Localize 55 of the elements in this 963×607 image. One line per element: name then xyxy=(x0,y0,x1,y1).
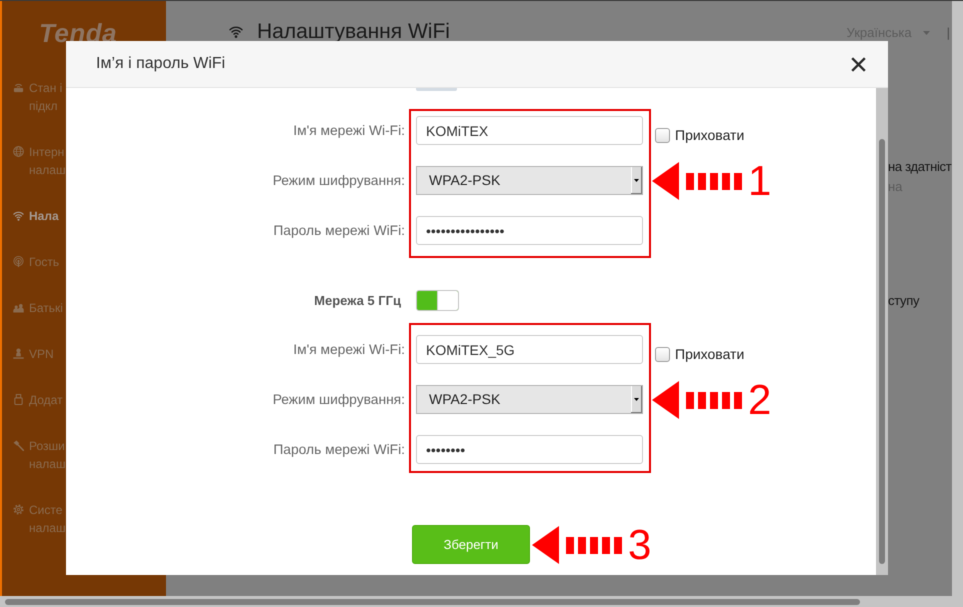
sidebar-item[interactable]: Інтерн налаш xyxy=(13,143,66,179)
encryption-select[interactable]: WPA2-PSK xyxy=(416,166,643,195)
caret-icon xyxy=(631,167,642,194)
field-label: Пароль мережі WiFi: xyxy=(273,441,405,459)
close-button[interactable] xyxy=(851,56,866,72)
checkbox[interactable] xyxy=(655,128,670,143)
gear-icon xyxy=(13,504,24,515)
page-text: ступу xyxy=(888,292,920,310)
sidebar-item[interactable]: Систе налаш xyxy=(13,501,66,537)
wifi-icon xyxy=(229,24,243,38)
scrollbar-thumb[interactable] xyxy=(5,598,860,604)
checkbox-label: Приховати xyxy=(675,127,744,143)
person-icon xyxy=(13,348,24,359)
save-button[interactable]: Зберегти xyxy=(412,525,530,564)
caret-icon xyxy=(631,386,642,413)
router-icon xyxy=(13,82,24,93)
page-title: Налаштування WiFi xyxy=(257,23,450,41)
field-label: Ім'я мережі Wi-Fi: xyxy=(293,122,405,140)
dialog-title: Ім’я і пароль WiFi xyxy=(96,54,226,74)
toggle-switch[interactable] xyxy=(416,290,459,311)
sidebar-item[interactable]: Стан і підкл xyxy=(13,79,62,115)
sidebar-item[interactable]: Додат xyxy=(13,391,63,409)
sidebar-item[interactable]: Гость xyxy=(13,253,60,271)
signal-rings-icon xyxy=(13,256,24,267)
wifi-icon xyxy=(13,210,24,221)
switch-label: Мережа 5 ГГц xyxy=(314,292,401,308)
people-icon xyxy=(13,302,24,313)
field-label: Ім'я мережі Wi-Fi: xyxy=(293,341,405,359)
scrollbar-thumb[interactable] xyxy=(879,139,885,564)
close-icon xyxy=(851,56,866,72)
caret-icon xyxy=(922,31,930,35)
password-field[interactable]: •••••••••••••••• xyxy=(416,216,643,245)
field-label: Режим шифрування: xyxy=(272,391,405,409)
network-name-field[interactable]: KOMiTEX_5G xyxy=(416,335,643,364)
globe-icon xyxy=(13,146,24,157)
toggle-switch-edge xyxy=(416,88,457,91)
sidebar-item[interactable]: Батькі xyxy=(13,299,63,317)
network-name-field[interactable]: KOMiTEX xyxy=(416,116,643,145)
sidebar-item[interactable]: Нала xyxy=(13,207,59,225)
checkbox[interactable] xyxy=(655,347,670,362)
encryption-select[interactable]: WPA2-PSK xyxy=(416,385,643,414)
hammer-icon xyxy=(13,440,24,451)
sidebar-item[interactable]: Розши налаш xyxy=(13,437,66,473)
password-field[interactable]: •••••••• xyxy=(416,435,643,464)
page-text: на здатніст xyxy=(888,158,952,176)
logo: Tenda xyxy=(39,21,118,45)
field-label: Пароль мережі WiFi: xyxy=(273,222,405,240)
annotation-number: 2 xyxy=(748,380,772,418)
separator: | xyxy=(946,25,950,41)
annotation-number: 3 xyxy=(628,526,652,564)
field-label: Режим шифрування: xyxy=(272,172,405,190)
checkbox-label: Приховати xyxy=(675,346,744,362)
sidebar-item[interactable]: VPN xyxy=(13,345,54,363)
usb-stick-icon xyxy=(13,394,24,405)
annotation-number: 1 xyxy=(748,162,772,200)
